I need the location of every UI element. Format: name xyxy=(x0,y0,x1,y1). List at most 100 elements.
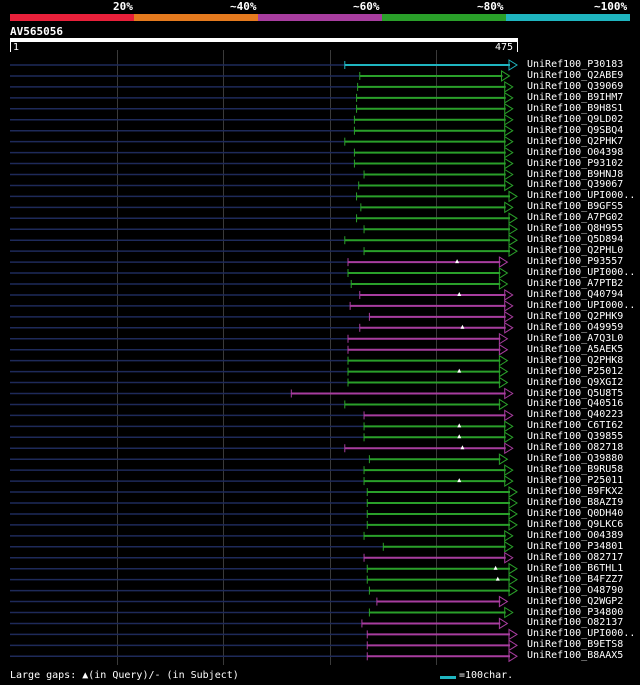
hit-row[interactable] xyxy=(10,628,518,641)
hit-row[interactable] xyxy=(10,332,509,345)
hit-row[interactable] xyxy=(10,113,514,126)
hit-label[interactable]: UniRef100_P25012 xyxy=(527,366,623,377)
hit-label[interactable]: UniRef100_Q2PHK9 xyxy=(527,311,623,322)
hit-label[interactable]: UniRef100_O04398 xyxy=(527,147,623,158)
hit-label[interactable]: UniRef100_B9RU58 xyxy=(527,464,623,475)
hit-label[interactable]: UniRef100_B8AAX5 xyxy=(527,650,623,661)
hit-label[interactable]: UniRef100_Q9LKC6 xyxy=(527,519,623,530)
hit-row[interactable] xyxy=(10,650,518,663)
hit-row[interactable] xyxy=(10,639,518,652)
hit-row[interactable] xyxy=(10,551,514,564)
hit-row[interactable] xyxy=(10,398,509,411)
hit-label[interactable]: UniRef100_Q5U8T5 xyxy=(527,388,623,399)
hit-label[interactable]: UniRef100_O48790 xyxy=(527,585,623,596)
hit-row[interactable] xyxy=(10,146,514,159)
hit-row[interactable] xyxy=(10,190,518,203)
hit-label[interactable]: UniRef100_B6THL1 xyxy=(527,563,623,574)
hit-label[interactable]: UniRef100_P93102 xyxy=(527,158,623,169)
hit-row[interactable] xyxy=(10,354,509,367)
hit-row[interactable] xyxy=(10,223,518,236)
hit-label[interactable]: UniRef100_B9HNJ8 xyxy=(527,169,623,180)
hit-label[interactable]: UniRef100_Q2PHL0 xyxy=(527,245,623,256)
hit-row[interactable] xyxy=(10,453,509,466)
hit-label[interactable]: UniRef100_O82717 xyxy=(527,552,623,563)
hit-row[interactable] xyxy=(10,584,518,597)
hit-label[interactable]: UniRef100_Q9SBQ4 xyxy=(527,125,623,136)
hit-label[interactable]: UniRef100_UPI000.. xyxy=(527,628,635,639)
hit-row[interactable] xyxy=(10,201,514,214)
hit-label[interactable]: UniRef100_Q40223 xyxy=(527,409,623,420)
hit-row[interactable] xyxy=(10,540,514,553)
hit-label[interactable]: UniRef100_O49959 xyxy=(527,322,623,333)
hit-label[interactable]: UniRef100_Q2PHK7 xyxy=(527,136,623,147)
hit-row[interactable] xyxy=(10,299,514,312)
hit-label[interactable]: UniRef100_O82137 xyxy=(527,617,623,628)
hit-row[interactable] xyxy=(10,420,514,433)
hit-label[interactable]: UniRef100_Q39067 xyxy=(527,179,623,190)
hit-row[interactable] xyxy=(10,529,514,542)
hit-row[interactable] xyxy=(10,124,514,137)
hit-row[interactable] xyxy=(10,135,514,148)
hit-row[interactable] xyxy=(10,562,518,575)
hit-label[interactable]: UniRef100_Q9LD02 xyxy=(527,114,623,125)
hit-label[interactable]: UniRef100_O04389 xyxy=(527,530,623,541)
hit-row[interactable] xyxy=(10,376,509,389)
hit-label[interactable]: UniRef100_A7PG02 xyxy=(527,212,623,223)
hit-row[interactable] xyxy=(10,343,509,356)
hit-row[interactable] xyxy=(10,59,518,71)
hit-label[interactable]: UniRef100_C6TI62 xyxy=(527,420,623,431)
hit-label[interactable]: UniRef100_UPI000.. xyxy=(527,267,635,278)
hit-row[interactable] xyxy=(10,289,514,301)
hit-row[interactable] xyxy=(10,431,514,444)
hit-row[interactable] xyxy=(10,278,509,290)
hit-label[interactable]: UniRef100_UPI000.. xyxy=(527,190,635,201)
hit-label[interactable]: UniRef100_P30183 xyxy=(527,59,623,70)
hit-row[interactable] xyxy=(10,518,518,531)
hit-label[interactable]: UniRef100_B9GFS5 xyxy=(527,201,623,212)
hit-row[interactable] xyxy=(10,168,514,181)
hit-row[interactable] xyxy=(10,212,518,225)
hit-label[interactable]: UniRef100_Q8H955 xyxy=(527,223,623,234)
hit-label[interactable]: UniRef100_Q39069 xyxy=(527,81,623,92)
hit-row[interactable] xyxy=(10,442,514,455)
hit-row[interactable] xyxy=(10,497,518,509)
hit-label[interactable]: UniRef100_A7PTB2 xyxy=(527,278,623,289)
hit-row[interactable] xyxy=(10,606,514,619)
hit-label[interactable]: UniRef100_Q9XGI2 xyxy=(527,377,623,388)
hit-label[interactable]: UniRef100_UPI000.. xyxy=(527,300,635,311)
hit-row[interactable] xyxy=(10,409,514,422)
hit-label[interactable]: UniRef100_P25011 xyxy=(527,475,623,486)
hit-label[interactable]: UniRef100_B9H8S1 xyxy=(527,103,623,114)
hit-label[interactable]: UniRef100_Q2ABE9 xyxy=(527,70,623,81)
hit-label[interactable]: UniRef100_Q39880 xyxy=(527,453,623,464)
hit-label[interactable]: UniRef100_O82718 xyxy=(527,442,623,453)
hit-row[interactable] xyxy=(10,387,514,400)
hit-row[interactable] xyxy=(10,234,518,247)
hit-row[interactable] xyxy=(10,179,514,192)
hit-row[interactable] xyxy=(10,70,511,82)
hit-row[interactable] xyxy=(10,256,509,269)
hit-label[interactable]: UniRef100_A7Q3L0 xyxy=(527,333,623,344)
hit-label[interactable]: UniRef100_A5AEK5 xyxy=(527,344,623,355)
hit-label[interactable]: UniRef100_P34801 xyxy=(527,541,623,552)
hit-label[interactable]: UniRef100_B8AZI9 xyxy=(527,497,623,508)
hit-label[interactable]: UniRef100_B9FKX2 xyxy=(527,486,623,497)
hit-label[interactable]: UniRef100_P34800 xyxy=(527,607,623,618)
hit-row[interactable] xyxy=(10,464,514,477)
hit-label[interactable]: UniRef100_Q2WGP2 xyxy=(527,596,623,607)
hit-row[interactable] xyxy=(10,80,514,93)
hit-label[interactable]: UniRef100_B9ETS8 xyxy=(527,639,623,650)
hit-row[interactable] xyxy=(10,267,509,279)
hit-row[interactable] xyxy=(10,321,514,334)
hit-label[interactable]: UniRef100_Q2PHK8 xyxy=(527,355,623,366)
hit-row[interactable] xyxy=(10,157,514,170)
hit-label[interactable]: UniRef100_Q40516 xyxy=(527,398,623,409)
hit-row[interactable] xyxy=(10,617,509,630)
hit-label[interactable]: UniRef100_B9IHM7 xyxy=(527,92,623,103)
hit-row[interactable] xyxy=(10,486,518,498)
hit-label[interactable]: UniRef100_Q5D894 xyxy=(527,234,623,245)
hit-row[interactable] xyxy=(10,245,518,258)
hit-row[interactable] xyxy=(10,91,514,104)
hit-row[interactable] xyxy=(10,508,518,520)
hit-label[interactable]: UniRef100_Q39855 xyxy=(527,431,623,442)
